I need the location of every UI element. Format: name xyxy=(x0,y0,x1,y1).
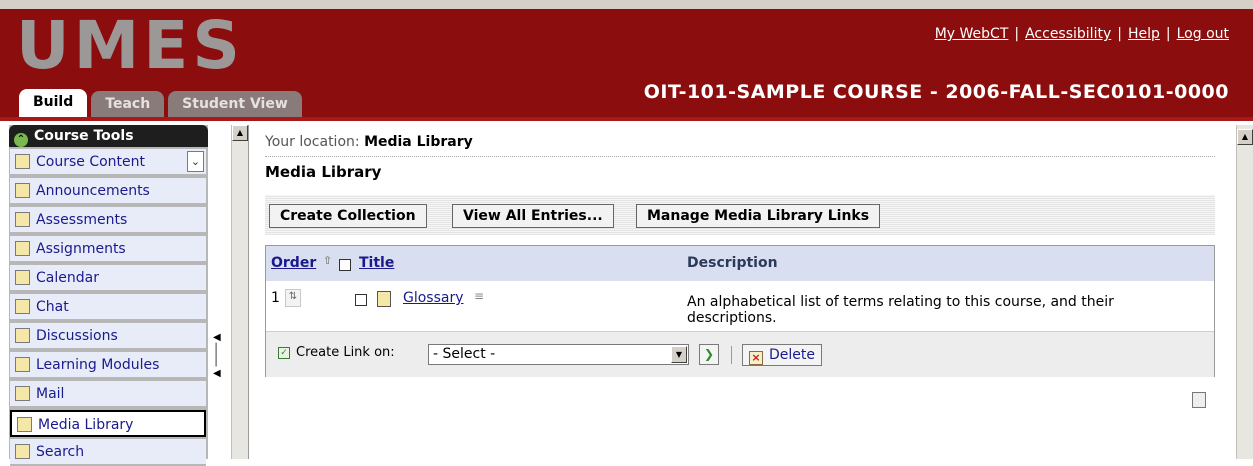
umes-logo: UMES xyxy=(16,7,244,84)
sidebar-item-announcements[interactable]: Announcements xyxy=(10,178,206,205)
order-column-header[interactable]: Order xyxy=(271,255,316,271)
sidebar-item-chat[interactable]: Chat xyxy=(10,294,206,321)
search-icon xyxy=(15,444,30,459)
collapse-icon[interactable]: ⌃ xyxy=(14,133,28,147)
table-row: 1 ⇅ Glossary ≡ An alphabetical list of t… xyxy=(266,281,1214,331)
megaphone-icon xyxy=(15,183,30,198)
header: UMES My WebCT | Accessibility | Help | Log out… xyxy=(0,9,1253,117)
help-link[interactable]: Help xyxy=(1128,26,1160,42)
print-page-icon[interactable] xyxy=(1192,392,1206,408)
course-tools-panel: ⌃ Course Tools Course Content ⌄ Announcem… xyxy=(9,125,208,466)
divider xyxy=(265,156,1215,157)
tab-teach[interactable]: Teach xyxy=(91,91,165,117)
media-library-icon xyxy=(377,291,391,307)
create-link-icon: ✓ xyxy=(278,347,290,359)
sidebar-item-course-content[interactable]: Course Content ⌄ xyxy=(10,149,206,176)
module-icon xyxy=(15,357,30,372)
breadcrumb-current: Media Library xyxy=(364,134,473,150)
title-column-header[interactable]: Title xyxy=(359,255,394,271)
create-link-select[interactable]: - Select - ▼ xyxy=(428,344,689,365)
manage-media-library-links-button[interactable]: Manage Media Library Links xyxy=(636,204,881,228)
scroll-up-icon[interactable]: ▲ xyxy=(232,125,248,141)
reorder-icon[interactable]: ⇅ xyxy=(285,289,301,307)
create-collection-button[interactable]: Create Collection xyxy=(269,204,427,228)
table-header: Order ⇧ Title Description xyxy=(266,246,1214,281)
page-title: Media Library xyxy=(265,163,382,181)
sidebar-item-learning-modules[interactable]: Learning Modules xyxy=(10,352,206,379)
create-link-label: Create Link on: xyxy=(296,345,395,360)
sidebar-item-assessments[interactable]: Assessments xyxy=(10,207,206,234)
dropdown-arrow-icon[interactable]: ▼ xyxy=(671,346,687,363)
home-icon xyxy=(15,154,30,169)
accessibility-link[interactable]: Accessibility xyxy=(1025,26,1111,42)
divider xyxy=(731,346,732,364)
top-links: My WebCT | Accessibility | Help | Log out xyxy=(934,26,1229,42)
my-webct-link[interactable]: My WebCT xyxy=(935,26,1009,42)
media-library-icon xyxy=(17,417,32,432)
description-column-header: Description xyxy=(687,255,778,271)
sidebar-item-mail[interactable]: Mail xyxy=(10,381,206,408)
course-title: OIT-101-SAMPLE COURSE - 2006-FALL-SEC010… xyxy=(643,81,1229,103)
go-button[interactable]: ❯ xyxy=(699,344,719,365)
chevron-down-icon[interactable]: ⌄ xyxy=(187,151,204,172)
delete-icon: × xyxy=(749,351,763,365)
button-bar: Create Collection View All Entries... Ma… xyxy=(265,195,1215,235)
row-description: An alphabetical list of terms relating t… xyxy=(687,294,1114,326)
sidebar-item-assignments[interactable]: Assignments xyxy=(10,236,206,263)
sidebar-item-discussions[interactable]: Discussions xyxy=(10,323,206,350)
go-arrow-icon: ❯ xyxy=(703,347,715,361)
calendar-icon xyxy=(15,270,30,285)
action-bar: ✓ Create Link on: - Select - ▼ ❯ × Delete xyxy=(266,331,1214,377)
view-all-entries-button[interactable]: View All Entries... xyxy=(452,204,614,228)
pin-icon xyxy=(15,328,30,343)
chat-icon xyxy=(15,299,30,314)
header-divider xyxy=(0,117,1253,121)
frame-collapse-handle[interactable]: ◀ │ │ ◀ xyxy=(213,332,223,387)
row-order: 1 xyxy=(271,290,280,306)
media-library-table: Order ⇧ Title Description 1 ⇅ Glossary ≡… xyxy=(265,245,1215,377)
mail-icon xyxy=(15,386,30,401)
main-scrollbar[interactable]: ▲ xyxy=(1236,125,1253,459)
assignment-icon xyxy=(15,241,30,256)
sidebar-item-search[interactable]: Search xyxy=(10,439,206,466)
glossary-link[interactable]: Glossary xyxy=(403,290,464,306)
sort-ascending-icon[interactable]: ⇧ xyxy=(323,254,332,267)
tab-build[interactable]: Build xyxy=(19,89,88,117)
sidebar-item-media-library[interactable]: Media Library xyxy=(10,410,206,437)
select-all-checkbox[interactable] xyxy=(339,259,351,271)
log-out-link[interactable]: Log out xyxy=(1177,26,1229,42)
scroll-up-icon[interactable]: ▲ xyxy=(1237,129,1253,145)
sidebar-item-calendar[interactable]: Calendar xyxy=(10,265,206,292)
tab-student-view[interactable]: Student View xyxy=(168,91,302,117)
sidebar-scrollbar[interactable]: ▲ xyxy=(231,125,248,459)
course-tools-header[interactable]: ⌃ Course Tools xyxy=(9,125,208,147)
delete-button[interactable]: × Delete xyxy=(742,344,822,366)
breadcrumb: Your location: Media Library xyxy=(265,134,473,150)
row-checkbox[interactable] xyxy=(355,294,367,306)
role-tabs: Build Teach Student View xyxy=(19,89,306,117)
action-menu-icon[interactable]: ≡ xyxy=(474,289,484,303)
main-content: Your location: Media Library Media Libra… xyxy=(248,125,1236,459)
assessment-icon xyxy=(15,212,30,227)
